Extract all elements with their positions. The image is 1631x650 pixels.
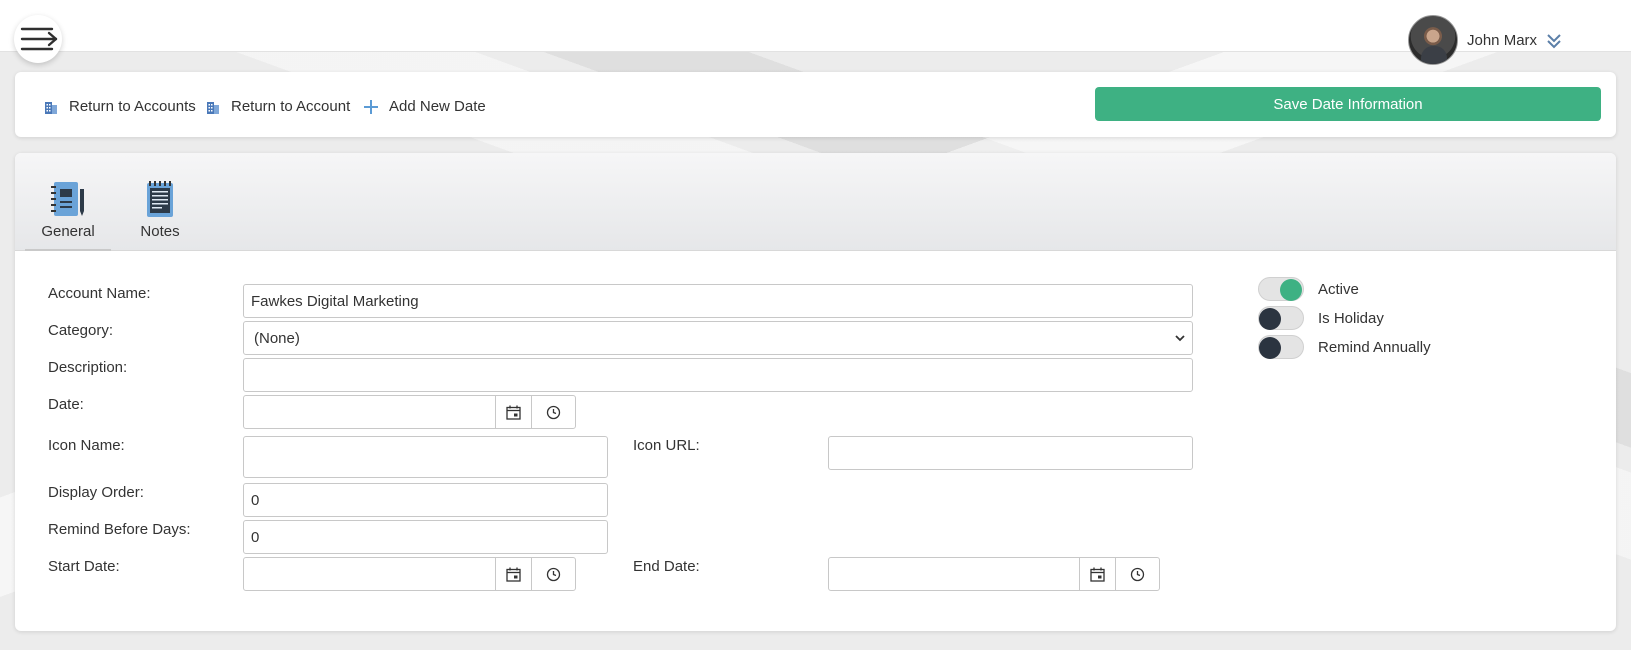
display-order-label: Display Order: (48, 484, 144, 501)
is-holiday-toggle-row[interactable]: Is Holiday (1258, 306, 1384, 330)
notepad-icon (147, 181, 173, 217)
date-calendar-button[interactable] (495, 396, 531, 428)
toggle-knob (1259, 308, 1281, 330)
double-chevron-down-icon[interactable] (1545, 32, 1563, 50)
date-picker (243, 395, 576, 429)
icon-name-label: Icon Name: (48, 437, 125, 454)
building-icon (43, 99, 59, 115)
avatar[interactable] (1408, 15, 1458, 65)
end-date-time-button[interactable] (1115, 558, 1159, 590)
calendar-icon (506, 405, 521, 420)
tab-bar: General Notes (15, 153, 1616, 251)
remind-annually-toggle[interactable] (1258, 335, 1304, 359)
end-date-picker (828, 557, 1160, 591)
remind-before-days-label: Remind Before Days: (48, 521, 191, 538)
calendar-icon (1090, 567, 1105, 582)
is-holiday-toggle[interactable] (1258, 306, 1304, 330)
menu-button[interactable] (14, 15, 62, 63)
hamburger-menu-icon (20, 27, 58, 51)
return-to-account-link[interactable]: Return to Account (205, 98, 350, 115)
display-order-field[interactable] (243, 483, 608, 517)
calendar-icon (506, 567, 521, 582)
notebook-pen-icon (51, 182, 84, 216)
active-toggle[interactable] (1258, 277, 1304, 301)
tab-general-label[interactable]: General (41, 223, 94, 240)
active-toggle-row[interactable]: Active (1258, 277, 1359, 301)
clock-icon (1130, 567, 1145, 581)
start-date-calendar-button[interactable] (495, 558, 531, 590)
tab-general[interactable]: General (25, 153, 111, 251)
action-toolbar: Return to Accounts Return to Account Add… (15, 72, 1616, 137)
icon-url-label: Icon URL: (633, 437, 700, 454)
add-new-date-link[interactable]: Add New Date (363, 98, 486, 115)
start-date-time-button[interactable] (531, 558, 575, 590)
date-form-panel: General Notes Account Name: Category: De… (15, 153, 1616, 631)
top-bar (0, 0, 1631, 52)
end-date-input[interactable] (829, 558, 1079, 590)
tab-notes-label[interactable]: Notes (140, 223, 179, 240)
date-input[interactable] (244, 396, 495, 428)
active-toggle-label: Active (1318, 280, 1359, 298)
description-field[interactable] (243, 358, 1193, 392)
description-label: Description: (48, 359, 128, 376)
start-date-label: Start Date: (48, 558, 120, 575)
clock-icon (546, 405, 561, 419)
clock-icon (546, 567, 561, 581)
account-name-label: Account Name: (48, 285, 151, 302)
date-label: Date: (48, 396, 84, 413)
end-date-calendar-button[interactable] (1079, 558, 1115, 590)
toggle-knob (1280, 279, 1302, 301)
add-new-date-label[interactable]: Add New Date (389, 98, 486, 115)
user-name[interactable]: John Marx (1467, 32, 1537, 49)
is-holiday-toggle-label: Is Holiday (1318, 309, 1384, 327)
tab-notes[interactable]: Notes (125, 153, 195, 251)
start-date-input[interactable] (244, 558, 495, 590)
save-date-information-button[interactable]: Save Date Information (1095, 87, 1601, 121)
category-label: Category: (48, 322, 114, 339)
toggle-knob (1259, 337, 1281, 359)
return-to-account-label[interactable]: Return to Account (231, 98, 350, 115)
end-date-label: End Date: (633, 558, 700, 575)
category-select[interactable]: (None) (243, 321, 1193, 355)
icon-url-field[interactable] (828, 436, 1193, 470)
return-to-accounts-link[interactable]: Return to Accounts (43, 98, 196, 115)
plus-icon (363, 99, 379, 115)
return-to-accounts-label[interactable]: Return to Accounts (69, 98, 196, 115)
start-date-picker (243, 557, 576, 591)
user-menu[interactable]: John Marx (1408, 14, 1563, 66)
account-name-field[interactable] (243, 284, 1193, 318)
remind-annually-toggle-label: Remind Annually (1318, 338, 1431, 356)
remind-annually-toggle-row[interactable]: Remind Annually (1258, 335, 1431, 359)
building-icon (205, 99, 221, 115)
icon-name-field[interactable] (243, 436, 608, 478)
date-time-button[interactable] (531, 396, 575, 428)
remind-before-days-field[interactable] (243, 520, 608, 554)
